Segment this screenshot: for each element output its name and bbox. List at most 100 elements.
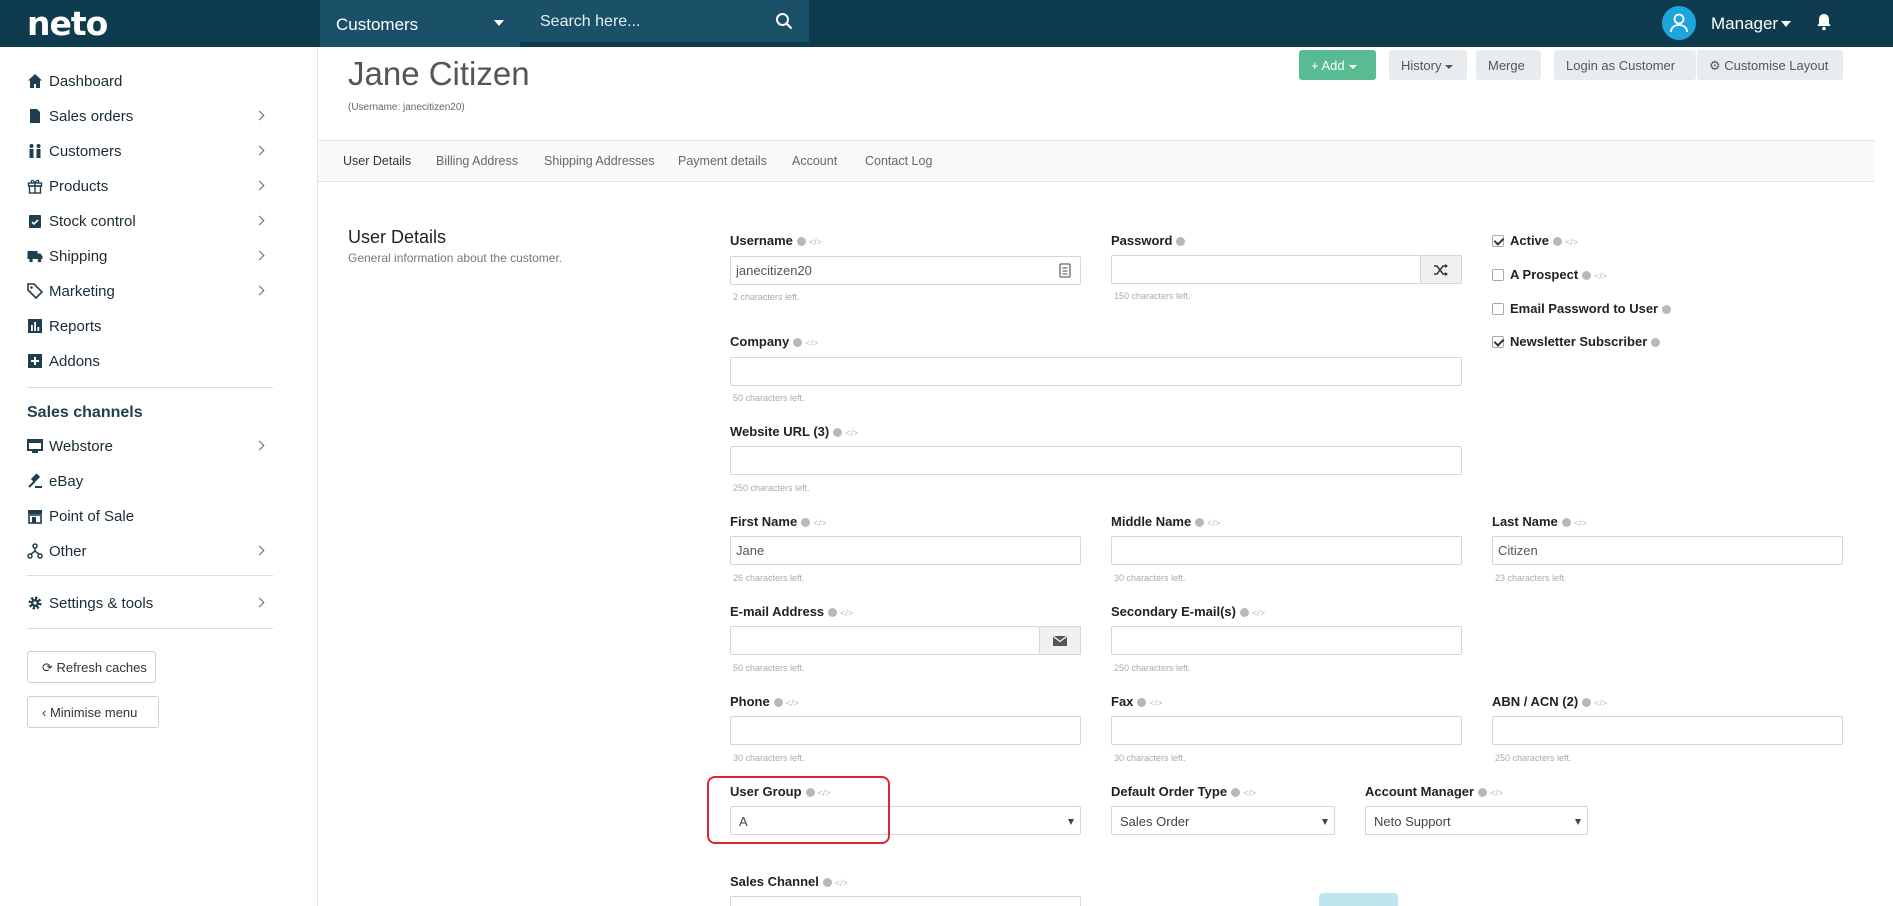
code-icon: </>	[805, 337, 819, 348]
middle-name-input[interactable]	[1111, 536, 1462, 565]
username-input[interactable]: janecitizen20	[730, 256, 1081, 285]
merge-button[interactable]: Merge	[1476, 50, 1541, 80]
sidebar-item-point-of-sale[interactable]: Point of Sale	[27, 506, 267, 530]
sales-channels-title: Sales channels	[27, 404, 143, 421]
monitor-icon	[27, 439, 43, 453]
info-icon	[1195, 518, 1205, 528]
tab-billing-address[interactable]: Billing Address	[436, 154, 518, 168]
tab-payment-details[interactable]: Payment details	[678, 154, 767, 168]
sidebar-item-sales-orders[interactable]: Sales orders	[27, 106, 267, 130]
prospect-label: A Prospect </>	[1510, 267, 1608, 282]
info-icon	[833, 428, 843, 438]
minimise-menu-label: Minimise menu	[49, 705, 138, 720]
company-label: Company </>	[730, 334, 819, 349]
add-button[interactable]: + Add	[1299, 50, 1376, 80]
code-icon: </>	[1207, 517, 1221, 528]
entity-select[interactable]: Customers	[320, 0, 520, 47]
chevron-right-icon	[254, 440, 265, 451]
customise-layout-label: Customise Layout	[1724, 58, 1829, 73]
sidebar-item-marketing[interactable]: Marketing	[27, 281, 267, 305]
sidebar-item-label: Other	[49, 543, 87, 560]
newsletter-checkbox[interactable]	[1492, 336, 1504, 348]
secondary-email-input[interactable]	[1111, 626, 1462, 655]
caret-down-icon	[1322, 819, 1328, 825]
fax-label: Fax </>	[1111, 694, 1163, 709]
code-icon: </>	[840, 607, 854, 618]
prospect-checkbox[interactable]	[1492, 269, 1504, 281]
refresh-caches-button[interactable]: ⟳ Refresh caches	[27, 651, 156, 683]
search-icon[interactable]	[775, 12, 793, 30]
abn-input[interactable]	[1492, 716, 1843, 745]
last-name-input[interactable]: Citizen	[1492, 536, 1843, 565]
sidebar-item-shipping[interactable]: Shipping	[27, 246, 267, 270]
tab-shipping-addresses[interactable]: Shipping Addresses	[544, 154, 655, 168]
sidebar-item-reports[interactable]: Reports	[27, 316, 267, 340]
first-name-input[interactable]: Jane	[730, 536, 1081, 565]
entity-select-label: Customers	[336, 15, 419, 34]
info-icon	[1231, 788, 1241, 798]
sidebar-item-ebay[interactable]: eBay	[27, 471, 267, 495]
code-icon: </>	[785, 697, 799, 708]
email-password-checkbox[interactable]	[1492, 303, 1504, 315]
phone-input[interactable]	[730, 716, 1081, 745]
sidebar-item-label: Webstore	[49, 438, 113, 455]
tab-contact-log[interactable]: Contact Log	[865, 154, 932, 168]
plus-square-icon	[28, 354, 42, 368]
people-icon	[29, 144, 41, 158]
customise-layout-button[interactable]: ⚙ Customise Layout	[1697, 50, 1843, 80]
sidebar-item-webstore[interactable]: Webstore	[27, 436, 267, 460]
neto-logo[interactable]: neto	[27, 4, 108, 43]
info-icon	[801, 518, 811, 528]
company-hint: 50 characters left.	[733, 393, 805, 403]
sidebar-item-other[interactable]: Other	[27, 541, 267, 565]
chevron-right-icon	[254, 545, 265, 556]
sidebar-item-customers[interactable]: Customers	[27, 141, 267, 165]
bell-icon[interactable]	[1816, 13, 1832, 31]
login-as-customer-button[interactable]: Login as Customer	[1554, 50, 1696, 80]
save-button-partial[interactable]	[1319, 893, 1398, 906]
company-input[interactable]	[730, 357, 1462, 386]
info-icon	[1582, 698, 1592, 708]
sidebar-item-stock-control[interactable]: Stock control	[27, 211, 267, 235]
bar-chart-icon	[28, 319, 42, 333]
website-label: Website URL (3) </>	[730, 424, 859, 439]
user-icon	[1670, 13, 1688, 33]
fax-input[interactable]	[1111, 716, 1462, 745]
sidebar-item-dashboard[interactable]: Dashboard	[27, 71, 267, 95]
search-placeholder: Search here...	[540, 13, 641, 30]
code-icon: </>	[1149, 697, 1163, 708]
generate-password-button[interactable]	[1421, 255, 1462, 284]
last-name-value: Citizen	[1498, 543, 1538, 558]
sidebar-item-label: Customers	[49, 143, 122, 160]
tab-user-details[interactable]: User Details	[343, 154, 411, 168]
tab-account[interactable]: Account	[792, 154, 837, 168]
shuffle-icon	[1434, 264, 1448, 276]
search-input[interactable]: Search here...	[520, 0, 809, 42]
info-icon	[793, 338, 803, 348]
sidebar-item-addons[interactable]: Addons	[27, 351, 267, 375]
active-checkbox[interactable]	[1492, 235, 1504, 247]
sidebar-item-products[interactable]: Products	[27, 176, 267, 200]
email-input[interactable]	[730, 626, 1040, 655]
chevron-right-icon	[254, 215, 265, 226]
sales-channel-select[interactable]	[730, 896, 1081, 906]
id-card-icon	[1059, 263, 1071, 278]
chevron-down-icon	[1348, 64, 1357, 69]
sidebar-item-settings[interactable]: Settings & tools	[27, 593, 267, 617]
code-icon: </>	[1565, 237, 1579, 247]
minimise-menu-button[interactable]: ‹ Minimise menu	[27, 696, 159, 728]
info-icon	[1582, 271, 1592, 281]
info-icon	[1240, 608, 1249, 618]
account-manager-select[interactable]: Neto Support	[1365, 806, 1588, 835]
send-email-button[interactable]	[1040, 626, 1081, 655]
history-button[interactable]: History	[1389, 50, 1467, 80]
info-icon	[1553, 237, 1563, 247]
info-icon	[1561, 518, 1571, 528]
username-hint: 2 characters left.	[733, 292, 800, 302]
tab-bar: User Details Billing Address Shipping Ad…	[318, 140, 1875, 182]
highlight-box	[707, 776, 890, 844]
password-input[interactable]	[1111, 255, 1421, 284]
order-type-select[interactable]: Sales Order	[1111, 806, 1335, 835]
sidebar-item-label: Shipping	[49, 248, 108, 265]
website-input[interactable]	[730, 446, 1462, 475]
